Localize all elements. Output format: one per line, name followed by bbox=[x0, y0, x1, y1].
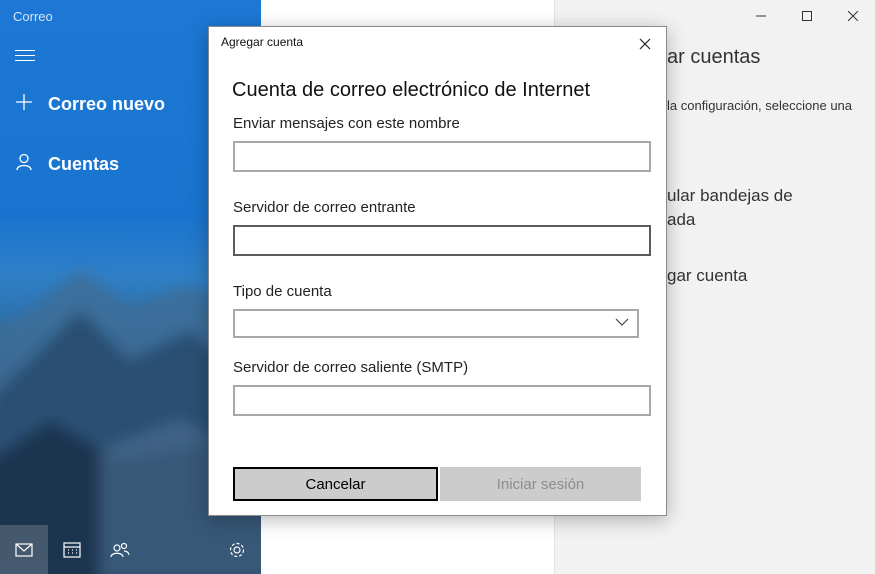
person-icon bbox=[0, 151, 48, 177]
app-title: Correo bbox=[13, 9, 53, 24]
plus-icon bbox=[0, 91, 48, 117]
bottom-nav-bar bbox=[0, 525, 261, 574]
incoming-server-input[interactable] bbox=[233, 225, 651, 256]
link-inbox-settings-line2: ada bbox=[667, 210, 696, 229]
minimize-icon[interactable] bbox=[738, 0, 784, 32]
dialog-heading: Cuenta de correo electrónico de Internet bbox=[232, 79, 590, 101]
people-icon[interactable] bbox=[96, 525, 144, 574]
send-name-input[interactable] bbox=[233, 141, 651, 172]
settings-pane-description: la configuración, seleccione una bbox=[667, 98, 853, 113]
incoming-server-label: Servidor de correo entrante bbox=[233, 199, 416, 216]
mail-icon[interactable] bbox=[0, 525, 48, 574]
outgoing-server-input[interactable] bbox=[233, 385, 651, 416]
calendar-icon[interactable] bbox=[48, 525, 96, 574]
window-controls bbox=[738, 0, 875, 32]
close-window-icon[interactable] bbox=[830, 0, 875, 32]
maximize-icon[interactable] bbox=[784, 0, 830, 32]
accounts-label: Cuentas bbox=[48, 153, 120, 174]
link-inbox-settings-line1: ular bandejas de bbox=[667, 186, 793, 205]
account-type-label: Tipo de cuenta bbox=[233, 283, 332, 300]
dialog-title: Agregar cuenta bbox=[221, 35, 304, 49]
add-account-dialog: Agregar cuenta Cuenta de correo electrón… bbox=[208, 26, 667, 516]
outgoing-server-label: Servidor de correo saliente (SMTP) bbox=[233, 359, 469, 376]
chevron-down-icon bbox=[615, 318, 629, 326]
link-add-account[interactable]: gar cuenta bbox=[667, 266, 747, 286]
hamburger-menu-icon[interactable] bbox=[14, 46, 36, 66]
account-type-select[interactable] bbox=[233, 309, 639, 338]
send-name-label: Enviar mensajes con este nombre bbox=[233, 115, 460, 132]
settings-pane-title: ar cuentas bbox=[667, 46, 761, 68]
link-inbox-settings[interactable]: ular bandejas de ada bbox=[667, 184, 793, 232]
sign-in-button[interactable]: Iniciar sesión bbox=[440, 467, 641, 501]
settings-icon[interactable] bbox=[213, 525, 261, 574]
new-mail-label: Correo nuevo bbox=[48, 93, 166, 114]
close-icon[interactable] bbox=[634, 33, 656, 55]
cancel-button[interactable]: Cancelar bbox=[233, 467, 438, 501]
